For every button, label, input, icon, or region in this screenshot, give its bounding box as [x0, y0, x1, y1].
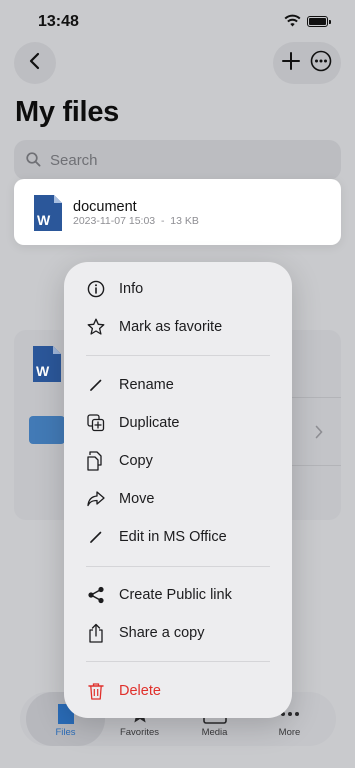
- menu-item-label: Share a copy: [119, 625, 205, 641]
- page-title: My files: [15, 96, 119, 128]
- tab-label: Favorites: [119, 727, 160, 738]
- menu-item-info[interactable]: Info: [64, 272, 292, 306]
- menu-item-label: Move: [119, 491, 155, 507]
- word-document-icon: W: [34, 195, 62, 236]
- tab-label: Media: [201, 727, 228, 738]
- menu-item-label: Mark as favorite: [119, 319, 223, 335]
- menu-item-label: Create Public link: [119, 587, 232, 603]
- add-button[interactable]: [282, 51, 300, 75]
- status-bar: 13:48: [0, 0, 355, 44]
- menu-item-label: Copy: [119, 453, 153, 469]
- trash-icon: [86, 681, 106, 701]
- menu-separator: [86, 566, 270, 567]
- menu-item-move[interactable]: Move: [64, 482, 292, 516]
- file-meta: 2023-11-07 15:03 - 13 KB: [73, 215, 199, 227]
- back-button[interactable]: [14, 42, 56, 84]
- info-icon: [86, 279, 106, 299]
- share-box-icon: [86, 623, 106, 643]
- svg-text:W: W: [37, 212, 51, 228]
- header-actions: [273, 42, 341, 84]
- plus-icon: [282, 51, 300, 74]
- menu-item-delete[interactable]: Delete: [64, 674, 292, 708]
- wifi-icon: [284, 14, 301, 32]
- menu-item-label: Rename: [119, 377, 174, 393]
- menu-item-label: Delete: [119, 683, 161, 699]
- more-button[interactable]: [310, 50, 332, 77]
- menu-item-label: Info: [119, 281, 144, 297]
- star-icon: [86, 317, 106, 337]
- menu-item-public-link[interactable]: Create Public link: [64, 578, 292, 612]
- battery-icon: [307, 16, 331, 27]
- selected-file-card[interactable]: W document 2023-11-07 15:03 - 13 KB: [14, 179, 341, 245]
- status-time: 13:48: [38, 13, 79, 30]
- search-bar[interactable]: [14, 140, 341, 180]
- copy-icon: [86, 451, 106, 471]
- tab-label: Files: [55, 727, 76, 738]
- menu-item-label: Edit in MS Office: [119, 529, 227, 545]
- menu-separator: [86, 355, 270, 356]
- list-divider: [292, 465, 341, 466]
- duplicate-icon: [86, 413, 106, 433]
- list-divider: [292, 397, 341, 398]
- menu-item-mark-favorite[interactable]: Mark as favorite: [64, 310, 292, 344]
- menu-separator: [86, 661, 270, 662]
- tab-label: More: [278, 727, 301, 738]
- chevron-right-icon: [315, 425, 323, 444]
- word-document-icon: W: [33, 346, 61, 387]
- svg-text:W: W: [36, 363, 50, 379]
- menu-item-copy[interactable]: Copy: [64, 444, 292, 478]
- chevron-left-icon: [29, 52, 41, 75]
- search-icon: [26, 152, 41, 172]
- menu-item-label: Duplicate: [119, 415, 180, 431]
- menu-item-share-copy[interactable]: Share a copy: [64, 616, 292, 650]
- pencil-icon: [86, 527, 106, 547]
- share-arrow-icon: [86, 489, 106, 509]
- search-input[interactable]: [50, 150, 320, 170]
- ellipsis-circle-icon: [310, 50, 332, 76]
- file-name: document: [73, 199, 137, 215]
- share-nodes-icon: [86, 585, 106, 605]
- menu-item-edit-office[interactable]: Edit in MS Office: [64, 520, 292, 554]
- context-menu: Info Mark as favorite Rename Duplicate C…: [64, 262, 292, 718]
- menu-item-rename[interactable]: Rename: [64, 368, 292, 402]
- menu-item-duplicate[interactable]: Duplicate: [64, 406, 292, 440]
- folder-icon: [29, 416, 65, 444]
- pencil-icon: [86, 375, 106, 395]
